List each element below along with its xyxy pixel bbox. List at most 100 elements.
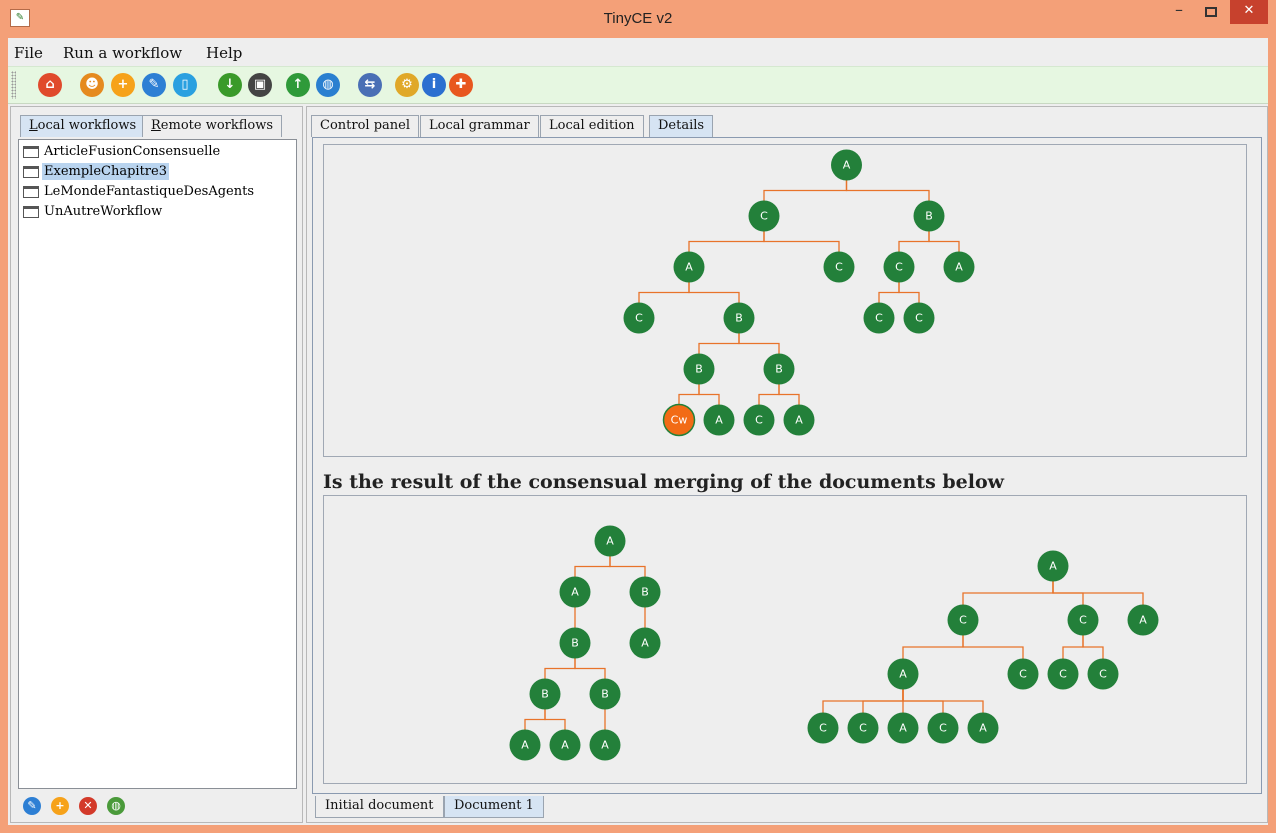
tab-document-1[interactable]: Document 1 — [444, 796, 544, 818]
transfer-icon[interactable]: ⇆ — [358, 73, 382, 97]
app-frame: File Run a workflow Help ⌂ ☻ + ✎ ▯ ↓ ▣ ↑ ◍ ⇆ ⚙ i ✚ L… — [8, 38, 1268, 825]
help-lifebuoy-icon[interactable]: ✚ — [449, 73, 473, 97]
tree-node[interactable]: A — [629, 627, 661, 659]
node-label: C — [895, 261, 903, 274]
node-label: A — [715, 414, 723, 427]
tree-node[interactable]: A — [594, 525, 626, 557]
tab-control-panel[interactable]: Control panel — [311, 115, 419, 137]
menu-file[interactable]: File — [14, 44, 43, 62]
node-label: B — [571, 637, 579, 650]
tree-node[interactable]: B — [723, 302, 755, 334]
tree-node[interactable]: B — [683, 353, 715, 385]
add-icon[interactable]: + — [111, 73, 135, 97]
workflow-item[interactable]: ExempleChapitre3 — [23, 163, 169, 183]
node-label: A — [979, 722, 987, 735]
tree-node[interactable]: B — [589, 678, 621, 710]
toolbar-grip[interactable] — [11, 71, 16, 99]
menu-run-workflow[interactable]: Run a workflow — [63, 44, 182, 62]
edit-icon[interactable]: ✎ — [142, 73, 166, 97]
globe-icon[interactable]: ◍ — [107, 797, 125, 815]
tab-local-edition[interactable]: Local edition — [540, 115, 644, 137]
node-label: C — [875, 312, 883, 325]
tree-node[interactable]: C — [927, 712, 959, 744]
tree-node[interactable]: Cw — [662, 403, 696, 437]
settings-user-icon[interactable]: ⚙ — [395, 73, 419, 97]
tree-node[interactable]: C — [863, 302, 895, 334]
edit-icon[interactable]: ✎ — [23, 797, 41, 815]
tree-node[interactable]: A — [549, 729, 581, 761]
user-icon[interactable]: ☻ — [80, 73, 104, 97]
tree-node[interactable]: C — [823, 251, 855, 283]
workflow-tree: ArticleFusionConsensuelle ExempleChapitr… — [18, 139, 297, 789]
tree-node[interactable]: A — [943, 251, 975, 283]
tree-node[interactable]: C — [903, 302, 935, 334]
tree-node[interactable]: A — [703, 404, 735, 436]
node-label: A — [685, 261, 693, 274]
tree-node[interactable]: A — [967, 712, 999, 744]
download-icon[interactable]: ↓ — [218, 73, 242, 97]
delete-icon[interactable]: ✕ — [79, 797, 97, 815]
node-label: A — [843, 159, 851, 172]
node-label: A — [1139, 614, 1147, 627]
tree-node[interactable]: B — [913, 200, 945, 232]
tree-node[interactable]: A — [559, 576, 591, 608]
details-content: A C A C B B Cw A B C A C B C C C A Is the result of the … — [312, 137, 1262, 794]
tree-node[interactable]: C — [947, 604, 979, 636]
save-icon[interactable]: ▣ — [248, 73, 272, 97]
tree-node[interactable]: C — [807, 712, 839, 744]
tree-node[interactable]: A — [887, 658, 919, 690]
add-icon[interactable]: + — [51, 797, 69, 815]
tree-node[interactable]: B — [763, 353, 795, 385]
source-trees-view: A A B B A A B A B A A C A C C A C A C C C C A — [509, 525, 1159, 761]
minimize-button[interactable]: – — [1164, 0, 1194, 24]
upload-icon[interactable]: ↑ — [286, 73, 310, 97]
menu-help[interactable]: Help — [206, 44, 242, 62]
tree-node[interactable]: B — [559, 627, 591, 659]
tree-node[interactable]: C — [1067, 604, 1099, 636]
source-documents-frame: A A B B A A B A B A A C A C C A C A C C C C A — [323, 495, 1247, 784]
tree-node[interactable]: C — [1047, 658, 1079, 690]
node-label: C — [915, 312, 923, 325]
folder-icon — [23, 146, 39, 158]
node-label: C — [635, 312, 643, 325]
tree-node[interactable]: A — [673, 251, 705, 283]
globe-icon[interactable]: ◍ — [316, 73, 340, 97]
tab-details[interactable]: Details — [649, 115, 714, 137]
tree-node[interactable]: A — [589, 729, 621, 761]
tree-node[interactable]: A — [1037, 550, 1069, 582]
tree-node[interactable]: C — [623, 302, 655, 334]
tree-node[interactable]: C — [748, 200, 780, 232]
tree-node[interactable]: C — [847, 712, 879, 744]
tab-initial-document[interactable]: Initial document — [315, 796, 444, 818]
tree-node[interactable]: A — [887, 712, 919, 744]
workflow-item[interactable]: LeMondeFantastiqueDesAgents — [23, 183, 256, 203]
tab-remote-workflows[interactable]: Remote workflows — [142, 115, 283, 137]
maximize-button[interactable] — [1196, 0, 1226, 24]
node-label: B — [695, 363, 703, 376]
tree-node[interactable]: C — [1007, 658, 1039, 690]
close-button[interactable]: ✕ — [1230, 0, 1268, 24]
tree-node[interactable]: A — [783, 404, 815, 436]
workflow-item[interactable]: UnAutreWorkflow — [23, 203, 164, 223]
tree-node[interactable]: A — [831, 149, 862, 181]
tree-node[interactable]: C — [883, 251, 915, 283]
workflow-item[interactable]: ArticleFusionConsensuelle — [23, 143, 222, 163]
home-icon[interactable]: ⌂ — [38, 73, 62, 97]
node-label: A — [641, 637, 649, 650]
workflows-panel: Local workflows Remote workflows Article… — [10, 106, 303, 823]
tree-node[interactable]: C — [1087, 658, 1119, 690]
tree-node[interactable]: C — [743, 404, 775, 436]
node-label: C — [859, 722, 867, 735]
title-bar: ✎ TinyCE v2 – ✕ — [0, 0, 1276, 38]
tree-edge — [962, 566, 1054, 620]
tree-node[interactable]: B — [529, 678, 561, 710]
tree-node[interactable]: A — [1127, 604, 1159, 636]
node-label: B — [735, 312, 743, 325]
tree-node[interactable]: A — [509, 729, 541, 761]
info-icon[interactable]: i — [422, 73, 446, 97]
tab-local-workflows[interactable]: Local workflows — [20, 115, 146, 137]
trash-icon[interactable]: ▯ — [173, 73, 197, 97]
tab-local-grammar[interactable]: Local grammar — [420, 115, 539, 137]
node-label: B — [775, 363, 783, 376]
tree-node[interactable]: B — [629, 576, 661, 608]
